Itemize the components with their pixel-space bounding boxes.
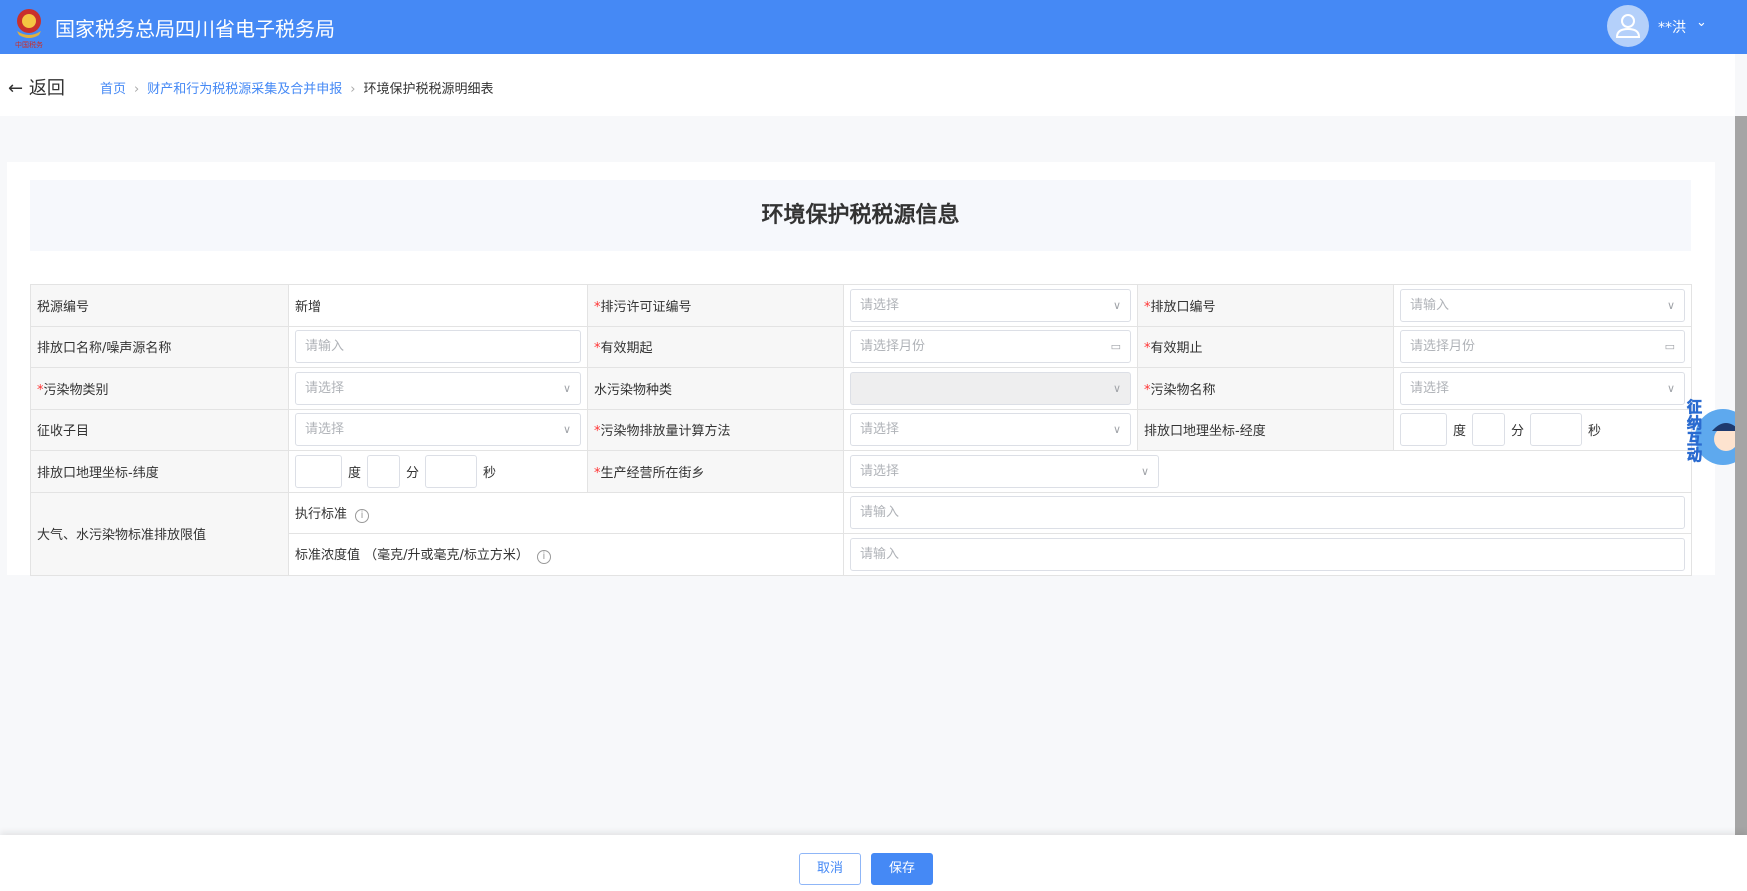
label-valid-from: 有效期起 — [600, 341, 653, 357]
chevron-down-icon: ∨ — [1666, 298, 1675, 312]
chevron-down-icon: ∨ — [562, 381, 571, 395]
pollutant-category-select[interactable]: 请选择 ∨ — [295, 371, 581, 405]
tax-source-form: 税源编号 新增 *排污许可证编号 请选择 ∨ *排放口编号 请输入 ∨ 排放口名称/… — [30, 284, 1692, 576]
label-emission-limit: 大气、水污染物标准排放限值 — [30, 491, 289, 576]
longitude-second-input[interactable] — [1530, 413, 1583, 447]
levy-item-select[interactable]: 请选择 ∨ — [295, 413, 581, 447]
label-standard: 执行标准 — [295, 506, 348, 522]
chevron-down-icon: ∨ — [562, 423, 571, 437]
table-row: 税源编号 新增 *排污许可证编号 请选择 ∨ *排放口编号 请输入 ∨ — [30, 284, 1692, 327]
label-valid-to: 有效期止 — [1150, 341, 1203, 357]
cancel-button[interactable]: 取消 — [799, 853, 861, 885]
tax-source-id-value: 新增 — [288, 284, 588, 327]
back-button[interactable]: ← 返回 — [8, 74, 65, 100]
chevron-down-icon: ∨ — [1666, 381, 1675, 395]
chevron-down-icon: ∨ — [1112, 423, 1121, 437]
concentration-input[interactable]: 请输入 — [850, 537, 1685, 571]
water-pollutant-type-select[interactable]: ∨ — [850, 371, 1131, 405]
longitude-degree-input[interactable] — [1400, 413, 1447, 447]
info-icon[interactable]: i — [355, 508, 370, 523]
table-row: 排放口地理坐标-纬度 度分秒 *生产经营所在街乡 请选择 ∨ — [30, 450, 1692, 493]
label-water-pollutant-type: 水污染物种类 — [587, 367, 844, 410]
user-avatar[interactable] — [1607, 5, 1649, 47]
label-street: 生产经营所在街乡 — [600, 465, 705, 481]
arrow-left-icon: ← — [8, 78, 24, 99]
chevron-down-icon: ∨ — [1112, 381, 1121, 395]
label-tax-source-id: 税源编号 — [30, 284, 289, 327]
pollutant-name-select[interactable]: 请选择 ∨ — [1400, 371, 1685, 405]
label-calc-method: 污染物排放量计算方法 — [600, 424, 731, 440]
chevron-down-icon: ∨ — [1112, 298, 1121, 312]
label-levy-item: 征收子目 — [30, 408, 289, 451]
valid-to-picker[interactable]: 请选择月份 ▭ — [1400, 330, 1685, 364]
breadcrumb-property-tax[interactable]: 财产和行为税税源采集及合并申报 — [147, 82, 342, 97]
label-latitude: 排放口地理坐标-纬度 — [30, 450, 289, 493]
calendar-icon: ▭ — [1110, 340, 1121, 354]
calendar-icon: ▭ — [1664, 340, 1675, 354]
label-pollutant-category: 污染物类别 — [43, 382, 109, 398]
back-label: 返回 — [28, 78, 65, 99]
table-row: 排放口名称/噪声源名称 请输入 *有效期起 请选择月份 ▭ *有效期止 请选择月份… — [30, 325, 1692, 368]
label-pollutant-name: 污染物名称 — [1150, 382, 1216, 398]
breadcrumb: 首页 › 财产和行为税税源采集及合并申报 › 环境保护税税源明细表 — [100, 78, 493, 97]
calc-method-select[interactable]: 请选择 ∨ — [850, 413, 1131, 447]
breadcrumb-current: 环境保护税税源明细表 — [363, 82, 494, 97]
valid-from-picker[interactable]: 请选择月份 ▭ — [850, 330, 1131, 364]
user-icon — [1615, 14, 1641, 38]
tax-emblem-logo: 中国税务 — [15, 9, 43, 49]
user-name[interactable]: **洪 — [1658, 17, 1686, 37]
footer-bar: 取消 保存 — [0, 835, 1747, 891]
permit-no-select[interactable]: 请选择 ∨ — [850, 288, 1131, 322]
label-outlet-no: 排放口编号 — [1150, 299, 1216, 315]
info-icon[interactable]: i — [536, 550, 551, 565]
svg-text:中国税务: 中国税务 — [15, 40, 43, 49]
breadcrumb-bar: ← 返回 首页 › 财产和行为税税源采集及合并申报 › 环境保护税税源明细表 — [0, 54, 1735, 116]
label-permit-no: 排污许可证编号 — [600, 299, 692, 315]
form-title: 环境保护税税源信息 — [30, 180, 1691, 251]
chevron-right-icon: › — [350, 82, 356, 97]
latitude-second-input[interactable] — [425, 454, 478, 488]
breadcrumb-home[interactable]: 首页 — [100, 82, 126, 97]
street-select[interactable]: 请选择 ∨ — [850, 454, 1159, 488]
chevron-down-icon[interactable]: ⌄ — [1696, 15, 1707, 30]
mascot-label: 征纳互动 — [1685, 399, 1704, 464]
chevron-right-icon: › — [134, 82, 140, 97]
longitude-minute-input[interactable] — [1472, 413, 1506, 447]
top-header: 中国税务 国家税务总局四川省电子税务局 **洪 ⌄ — [0, 0, 1747, 54]
outlet-name-input[interactable]: 请输入 — [295, 330, 581, 364]
label-concentration: 标准浓度值 （毫克/升或毫克/标立方米） — [295, 548, 529, 564]
page-scrollbar[interactable] — [1735, 116, 1747, 835]
save-button[interactable]: 保存 — [871, 853, 933, 885]
app-title: 国家税务总局四川省电子税务局 — [55, 17, 335, 41]
label-longitude: 排放口地理坐标-经度 — [1137, 408, 1394, 451]
table-row: 大气、水污染物标准排放限值 执行标准 i 请输入 — [30, 491, 1692, 576]
chevron-down-icon: ∨ — [1140, 464, 1149, 478]
latitude-degree-input[interactable] — [295, 454, 342, 488]
standard-input[interactable]: 请输入 — [850, 496, 1685, 530]
outlet-no-select[interactable]: 请输入 ∨ — [1400, 288, 1685, 322]
table-row: *污染物类别 请选择 ∨ 水污染物种类 ∨ *污染物名称 请选择 ∨ — [30, 367, 1692, 410]
table-row: 征收子目 请选择 ∨ *污染物排放量计算方法 请选择 ∨ 排放口地理坐标-经度 度分… — [30, 408, 1692, 451]
label-outlet-name: 排放口名称/噪声源名称 — [30, 325, 289, 368]
latitude-minute-input[interactable] — [367, 454, 401, 488]
